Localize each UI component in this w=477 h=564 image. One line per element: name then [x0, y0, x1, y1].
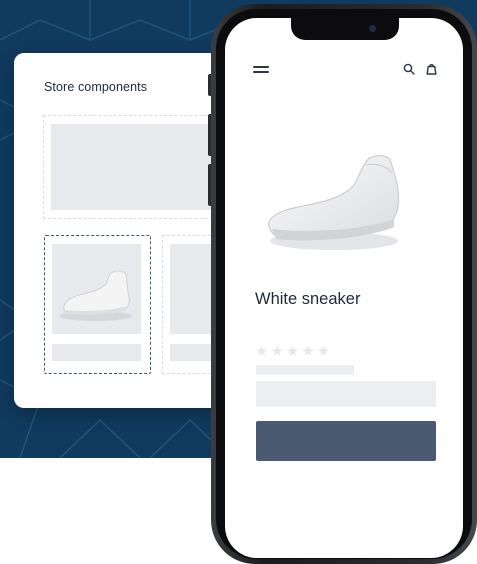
front-camera — [369, 25, 376, 32]
product-image — [268, 155, 400, 250]
option-selector-placeholder[interactable] — [256, 381, 436, 407]
price-placeholder — [256, 365, 354, 375]
shopping-bag-icon[interactable] — [425, 62, 438, 75]
phone-screen: White sneaker ★ ★ ★ ★ ★ — [225, 18, 463, 558]
star-icon: ★ — [285, 342, 300, 360]
panel-title: Store components — [44, 80, 148, 94]
search-icon[interactable] — [403, 63, 415, 75]
phone-notch — [291, 18, 399, 40]
product-card-slot-selected[interactable] — [44, 235, 151, 374]
product-name: White sneaker — [255, 290, 361, 308]
product-title-placeholder — [52, 344, 141, 361]
add-to-cart-button[interactable] — [256, 421, 436, 461]
star-icon: ★ — [270, 342, 284, 360]
star-icon: ★ — [255, 342, 269, 360]
star-icon: ★ — [316, 342, 331, 360]
phone-mockup: White sneaker ★ ★ ★ ★ ★ — [208, 4, 477, 564]
rating-stars: ★ ★ ★ ★ ★ — [255, 344, 330, 359]
sneaker-thumbnail-image — [60, 270, 132, 321]
hamburger-menu-icon[interactable] — [253, 66, 269, 74]
product-thumbnail — [52, 244, 141, 334]
star-icon: ★ — [301, 342, 315, 360]
